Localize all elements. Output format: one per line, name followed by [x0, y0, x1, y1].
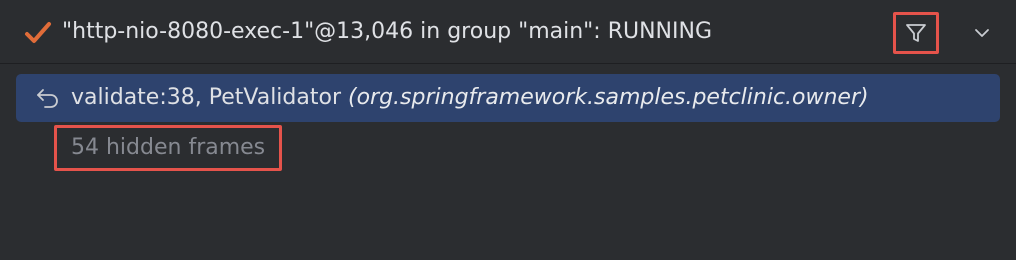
thread-title: "http-nio-8080-exec-1"@13,046 in group "… [62, 19, 712, 44]
expand-dropdown-button[interactable] [966, 18, 998, 48]
filter-icon [906, 24, 926, 42]
thread-header: "http-nio-8080-exec-1"@13,046 in group "… [0, 0, 1016, 64]
stack-frame-row[interactable]: validate:38, PetValidator (org.springfra… [16, 74, 1000, 122]
checkmark-icon [25, 22, 51, 43]
frame-package: (org.springframework.samples.petclinic.o… [348, 85, 869, 110]
return-arrow-icon [37, 89, 58, 108]
chevron-down-icon [975, 29, 989, 37]
filter-button[interactable] [893, 12, 939, 54]
hidden-frames-toggle[interactable]: 54 hidden frames [54, 125, 283, 171]
frame-method: validate:38, PetValidator [71, 85, 348, 110]
stack-frame-label: validate:38, PetValidator (org.springfra… [71, 83, 869, 113]
